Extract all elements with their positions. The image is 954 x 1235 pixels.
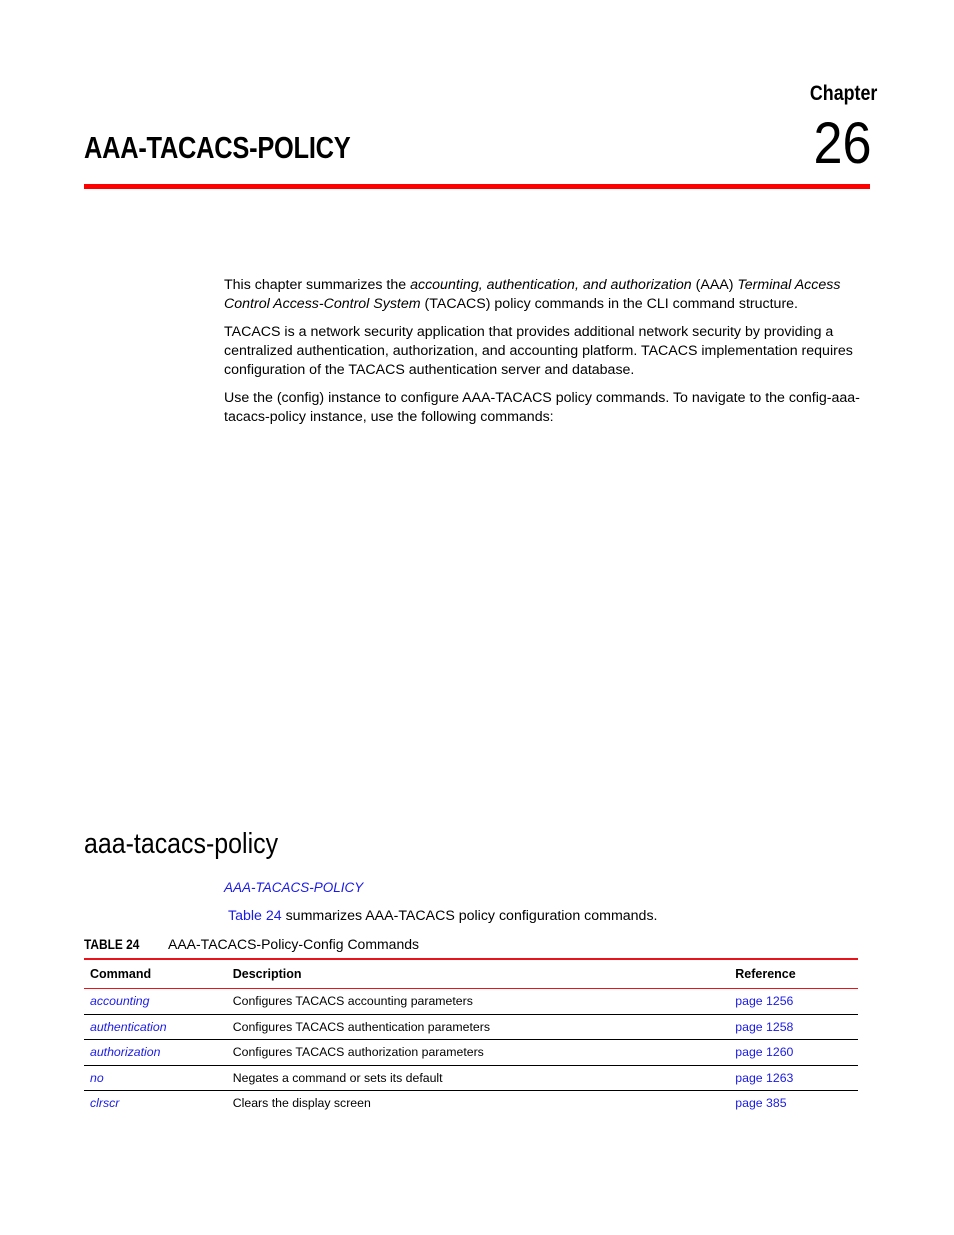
intro-text-run: This chapter summarizes the [224,277,411,293]
header-command: Command [84,958,227,989]
intro-text: This chapter summarizes the accounting, … [224,276,874,436]
command-link[interactable]: no [84,1065,227,1091]
intro-emphasis-aaa: accounting, authentication, and authoriz… [410,277,692,293]
reference-link[interactable]: page 1263 [729,1065,858,1091]
intro-paragraph-1: This chapter summarizes the accounting, … [224,276,874,314]
reference-link[interactable]: page 1260 [729,1039,858,1066]
table-header-row: Command Description Reference [84,958,858,989]
commands-table: Command Description Reference accounting… [84,958,858,1116]
command-description: Configures TACACS authentication paramet… [226,1014,730,1040]
table-row: accounting Configures TACACS accounting … [84,988,858,1015]
intro-paragraph-3: Use the (config) instance to configure A… [224,390,860,425]
command-description: Configures TACACS authorization paramete… [226,1039,730,1066]
summary-text: summarizes AAA-TACACS policy configurati… [281,908,658,924]
intro-paragraph-2: TACACS is a network security application… [224,324,853,378]
table-row: authentication Configures TACACS authent… [84,1014,858,1040]
command-link[interactable]: accounting [84,988,227,1015]
command-link[interactable]: authorization [84,1039,227,1066]
chapter-number: 26 [813,111,872,176]
chapter-label: Chapter [809,82,877,105]
command-description: Clears the display screen [232,1096,371,1111]
section-title: aaa-tacacs-policy [84,828,279,860]
header-reference: Reference [729,958,858,989]
table-summary: Table 24 summarizes AAA-TACACS policy co… [228,908,657,924]
table-row: no Negates a command or sets its default… [84,1065,858,1091]
table-caption-text: AAA-TACACS-Policy-Config Commands [168,936,420,952]
table-tag: TABLE 24 [84,936,140,952]
table-caption: TABLE 24 AAA-TACACS-Policy-Config Command… [84,936,419,952]
table-row: authorization Configures TACACS authoriz… [84,1039,858,1066]
intro-text-run: (TACACS) policy commands in the CLI comm… [420,296,798,312]
reference-link[interactable]: page 385 [729,1091,858,1116]
command-description: Negates a command or sets its default [226,1065,730,1091]
chapter-title: AAA-TACACS-POLICY [84,130,351,165]
chapter-divider [84,184,870,189]
command-description: Configures TACACS accounting parameters [226,988,730,1015]
breadcrumb-link[interactable]: AAA-TACACS-POLICY [224,880,363,895]
command-link[interactable]: clrscr [84,1091,227,1116]
command-link[interactable]: authentication [84,1014,227,1040]
table-24-link[interactable]: Table 24 [228,908,282,924]
table-row: clrscr Clears the display screen page 38… [84,1091,858,1116]
intro-text-run: (AAA) [691,277,738,293]
header-description: Description [226,958,730,989]
reference-link[interactable]: page 1256 [729,988,858,1015]
reference-link[interactable]: page 1258 [729,1014,858,1040]
